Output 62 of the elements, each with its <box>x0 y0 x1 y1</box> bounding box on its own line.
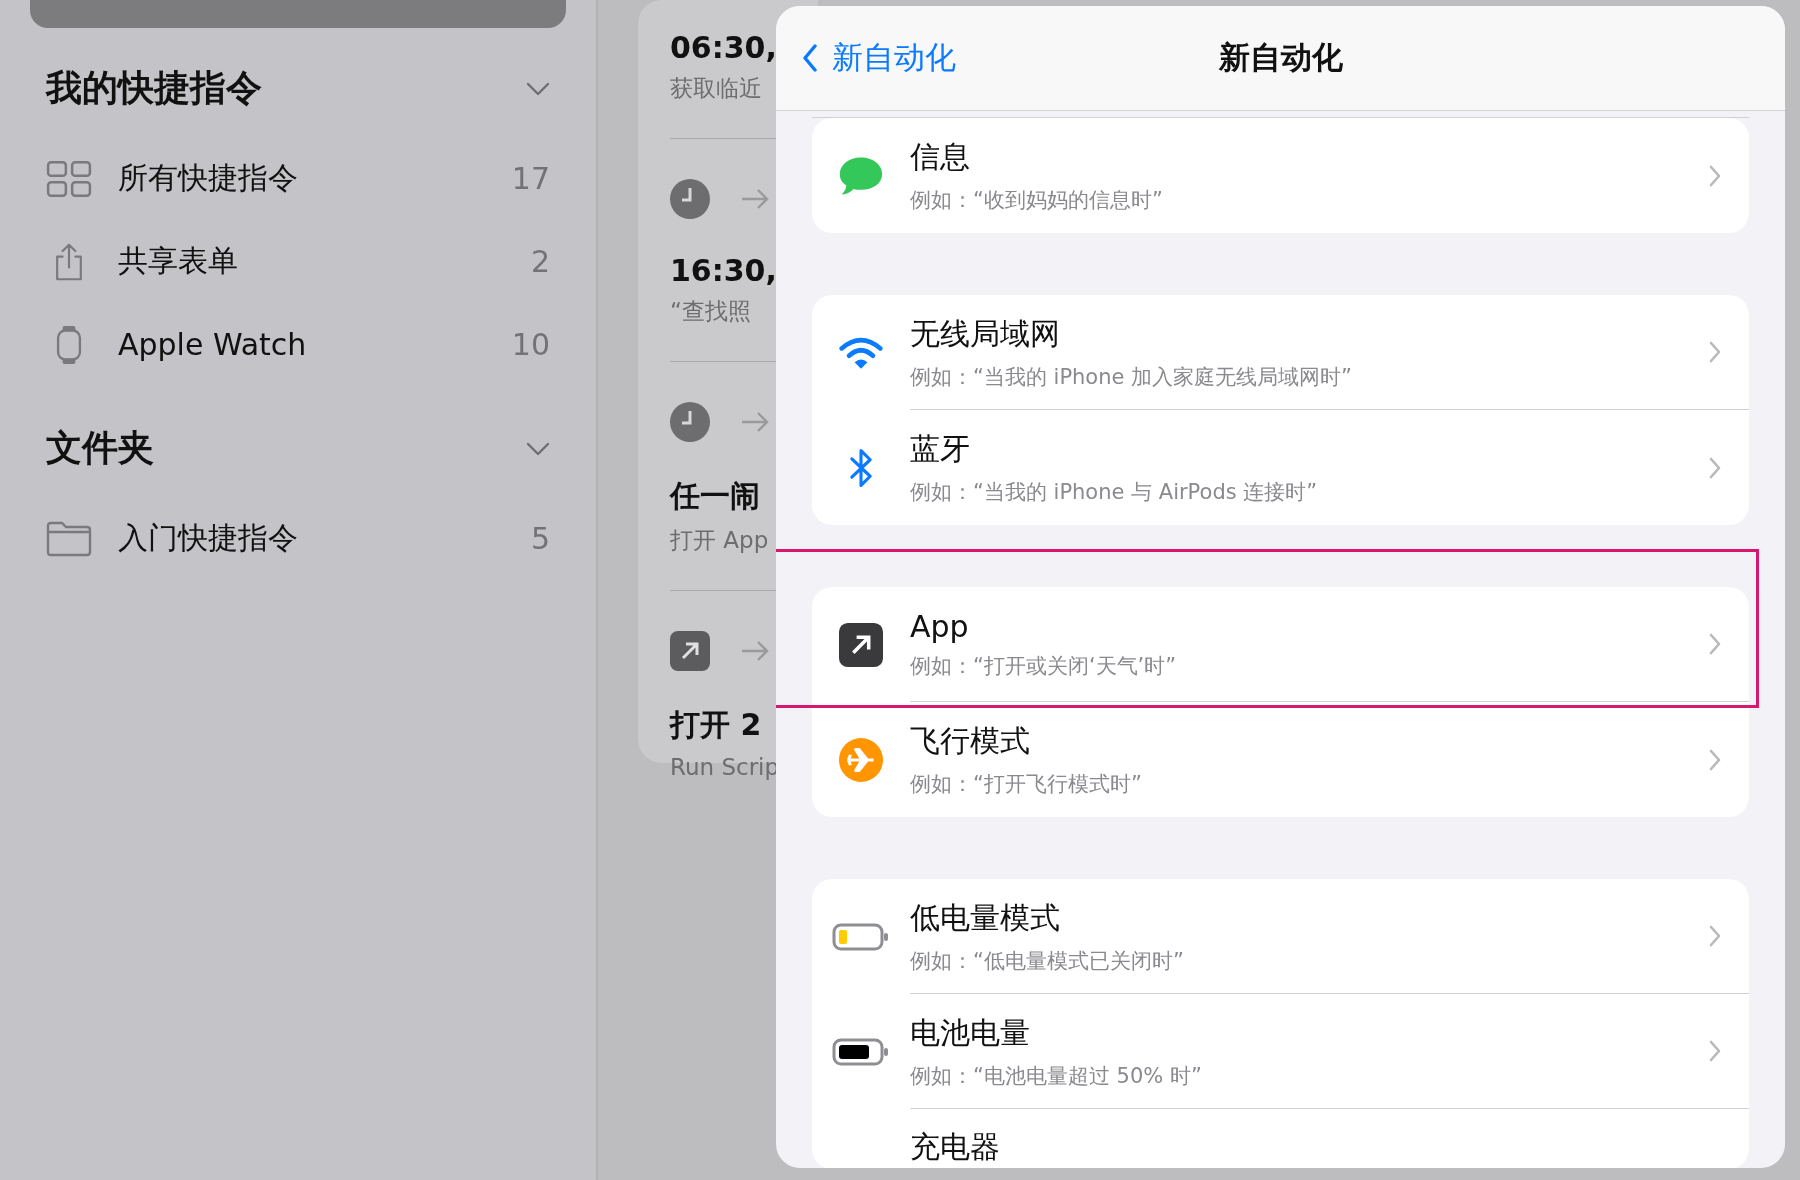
arrow-icon <box>740 410 770 434</box>
chevron-right-icon <box>1709 164 1721 187</box>
automation-subtitle: Run Scrip <box>670 754 780 780</box>
automation-title: 16:30, <box>670 253 777 288</box>
automation-title: 打开 2 <box>670 706 762 744</box>
arrow-icon <box>740 187 770 211</box>
modal-title: 新自动化 <box>1218 38 1343 77</box>
automation-title: 06:30, <box>670 30 777 65</box>
battery-icon <box>832 1037 890 1066</box>
trigger-row[interactable]: App 例如：“打开或关闭‘天气’时” <box>812 587 1749 702</box>
section-title: 文件夹 <box>46 426 154 470</box>
arrow-icon <box>740 639 770 663</box>
sidebar-item[interactable]: 共享表单 2 <box>34 220 562 303</box>
trigger-title: 蓝牙 <box>910 430 971 468</box>
clock-icon <box>670 179 710 219</box>
trigger-title: 无线局域网 <box>910 314 1061 353</box>
automation-subtitle: “查找照 <box>670 297 751 326</box>
back-chevron-icon <box>802 44 818 72</box>
chevron-icon[interactable] <box>526 81 550 96</box>
automation-subtitle: 打开 App <box>670 526 769 555</box>
trigger-title: 充电器 <box>910 1128 1001 1166</box>
trigger-example: 例如：“低电量模式已关闭时” <box>910 947 1185 975</box>
section-title: 我的快捷指令 <box>46 66 262 110</box>
chevron-right-icon <box>1709 748 1721 771</box>
grid-icon <box>46 158 92 199</box>
back-button[interactable]: 新自动化 <box>798 29 960 87</box>
automation-subtitle: 获取临近 <box>670 74 762 103</box>
chevron-right-icon <box>1709 1040 1721 1062</box>
item-count: 10 <box>511 327 550 362</box>
trigger-row[interactable]: 低电量模式 例如：“低电量模式已关闭时” <box>812 879 1749 994</box>
trigger-title: 飞行模式 <box>910 722 1031 760</box>
trigger-row[interactable]: 充电器 <box>812 1109 1749 1168</box>
airplane-icon <box>838 737 884 782</box>
trigger-example: 例如：“电池电量超过 50% 时” <box>910 1062 1203 1090</box>
trigger-row[interactable]: 无线局域网 例如：“当我的 iPhone 加入家庭无线局域网时” <box>812 295 1749 410</box>
trigger-example: 例如：“收到妈妈的信息时” <box>910 187 1164 214</box>
chevron-right-icon <box>1709 633 1721 655</box>
trigger-row[interactable]: 信息 例如：“收到妈妈的信息时” <box>812 118 1749 233</box>
sidebar-item[interactable]: 入门快捷指令 5 <box>34 497 562 580</box>
trigger-example: 例如：“当我的 iPhone 与 AirPods 连接时” <box>910 479 1319 506</box>
item-count: 5 <box>530 521 550 556</box>
trigger-title: 电池电量 <box>910 1013 1031 1052</box>
trigger-row[interactable]: 飞行模式 例如：“打开飞行模式时” <box>812 702 1749 817</box>
trigger-row[interactable]: 蓝牙 例如：“当我的 iPhone 与 AirPods 连接时” <box>812 410 1749 525</box>
trigger-title: App <box>910 608 970 644</box>
low-battery-icon <box>832 922 890 951</box>
clock-icon <box>670 402 710 442</box>
chevron-right-icon <box>1709 341 1721 363</box>
sidebar-item[interactable]: Apple Watch 10 <box>34 303 562 386</box>
trigger-row[interactable]: 电池电量 例如：“电池电量超过 50% 时” <box>812 994 1749 1109</box>
chevron-right-icon <box>1709 456 1721 479</box>
automation-title: 任一闹 <box>670 477 760 515</box>
item-count: 17 <box>511 161 550 196</box>
trigger-title: 低电量模式 <box>910 898 1061 937</box>
trigger-title: 信息 <box>910 138 971 176</box>
chevron-right-icon <box>1709 925 1721 947</box>
trigger-example: 例如：“打开飞行模式时” <box>910 771 1143 798</box>
trigger-example: 例如：“打开或关闭‘天气’时” <box>910 652 1178 680</box>
chevron-icon[interactable] <box>526 441 550 456</box>
item-count: 2 <box>530 244 550 279</box>
sidebar-item[interactable]: 所有快捷指令 17 <box>34 137 562 220</box>
trigger-example: 例如：“当我的 iPhone 加入家庭无线局域网时” <box>910 363 1353 391</box>
